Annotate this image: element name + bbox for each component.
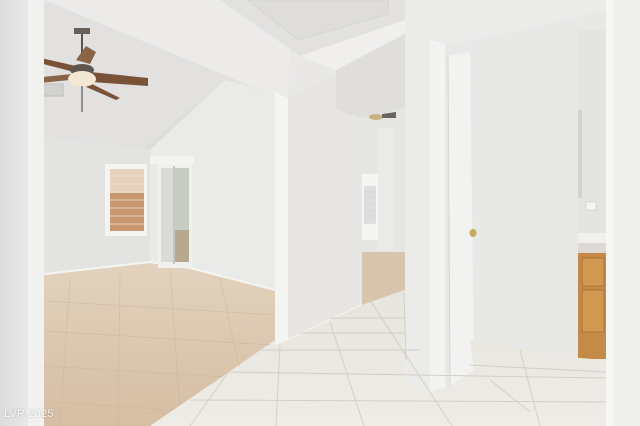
window [105,164,147,236]
bathroom-wall [405,0,606,395]
mirror-edge [578,110,582,198]
vanity-counter [578,233,606,243]
bathroom-door-frame [430,40,445,395]
right-door-trim [606,0,614,426]
hallway [362,108,405,305]
ceiling-light [369,114,383,120]
right-door-jamb [275,92,288,345]
outlet [585,201,597,211]
left-wall [0,0,28,426]
left-door-jamb [28,0,44,426]
watermark-text: LVR 2025 [4,408,54,420]
interior-photo: LVR 2025 [0,0,640,426]
door-knob [469,229,477,237]
room-scene [0,0,640,426]
